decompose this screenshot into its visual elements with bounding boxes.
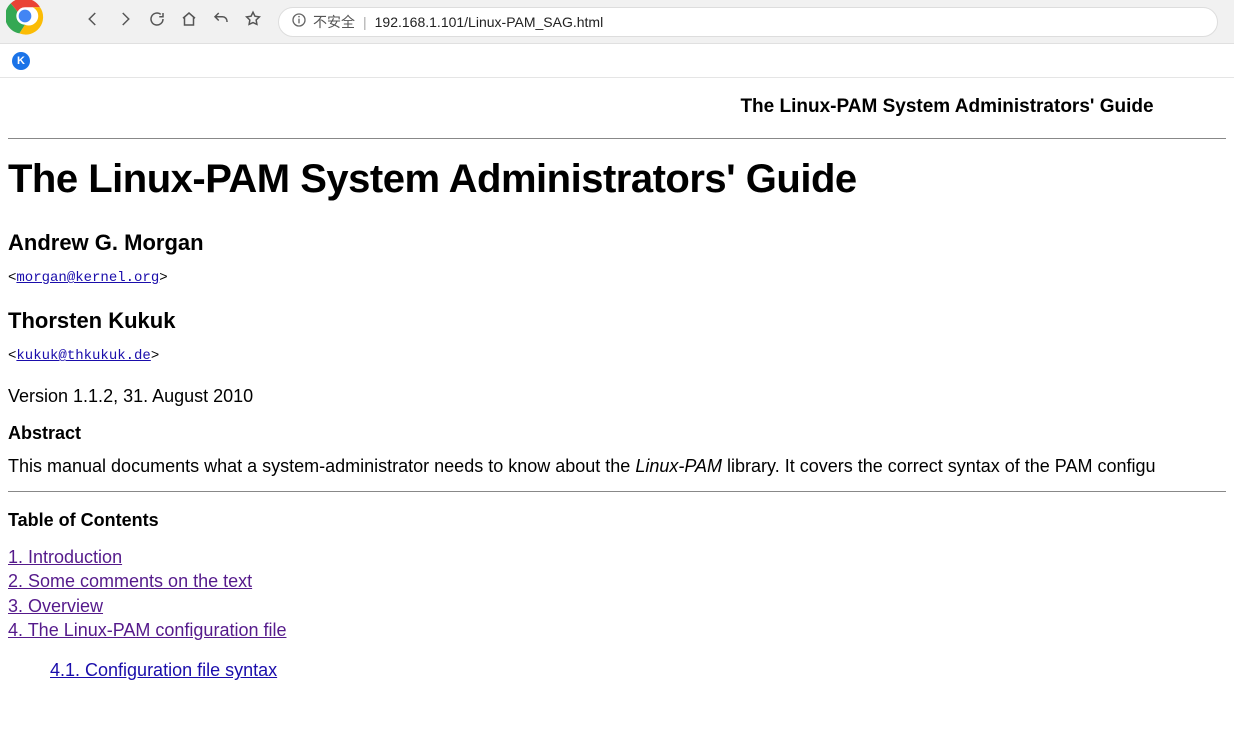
abstract-em: Linux-PAM (635, 456, 722, 476)
toc-link-overview[interactable]: 3. Overview (8, 594, 103, 618)
toc-link-config-file[interactable]: 4. The Linux-PAM configuration file (8, 618, 286, 642)
table-of-contents: 1. Introduction 2. Some comments on the … (8, 545, 1226, 682)
nav-icon-group (84, 10, 262, 33)
browser-toolbar: 不安全 | 192.168.1.101/Linux-PAM_SAG.html (0, 0, 1234, 44)
page-content: The Linux-PAM System Administrators' Gui… (0, 78, 1234, 682)
author-2: Thorsten Kukuk (8, 308, 1226, 334)
author-1-email-line: <morgan@kernel.org> (8, 270, 1226, 286)
chrome-logo-icon (6, 0, 44, 35)
bookmarks-bar: K (0, 44, 1234, 78)
abstract-post: library. It covers the correct syntax of… (722, 456, 1156, 476)
bookmark-star-icon[interactable] (244, 10, 262, 33)
site-info-icon[interactable] (291, 12, 307, 31)
back-icon[interactable] (84, 10, 102, 33)
divider (8, 138, 1226, 139)
author-1-email-link[interactable]: morgan@kernel.org (16, 270, 159, 286)
author-1: Andrew G. Morgan (8, 230, 1226, 256)
page-header-title: The Linux-PAM System Administrators' Gui… (668, 96, 1226, 118)
extension-k-icon[interactable]: K (12, 52, 30, 70)
toc-link-config-syntax[interactable]: 4.1. Configuration file syntax (50, 658, 277, 682)
address-separator: | (363, 14, 367, 30)
toc-link-introduction[interactable]: 1. Introduction (8, 545, 122, 569)
abstract-heading: Abstract (8, 423, 1226, 444)
version-line: Version 1.1.2, 31. August 2010 (8, 386, 1226, 407)
divider (8, 491, 1226, 492)
url-text: 192.168.1.101/Linux-PAM_SAG.html (375, 14, 604, 30)
home-icon[interactable] (180, 10, 198, 33)
toc-heading: Table of Contents (8, 510, 1226, 531)
abstract-pre: This manual documents what a system-admi… (8, 456, 635, 476)
address-bar[interactable]: 不安全 | 192.168.1.101/Linux-PAM_SAG.html (278, 7, 1218, 37)
reload-icon[interactable] (148, 10, 166, 33)
author-2-email-line: <kukuk@thkukuk.de> (8, 348, 1226, 364)
author-2-email-link[interactable]: kukuk@thkukuk.de (16, 348, 150, 364)
forward-icon[interactable] (116, 10, 134, 33)
abstract-text: This manual documents what a system-admi… (8, 456, 1226, 477)
toc-link-comments[interactable]: 2. Some comments on the text (8, 569, 252, 593)
document-title: The Linux-PAM System Administrators' Gui… (8, 157, 1226, 202)
undo-icon[interactable] (212, 10, 230, 33)
insecure-label: 不安全 (313, 12, 355, 32)
